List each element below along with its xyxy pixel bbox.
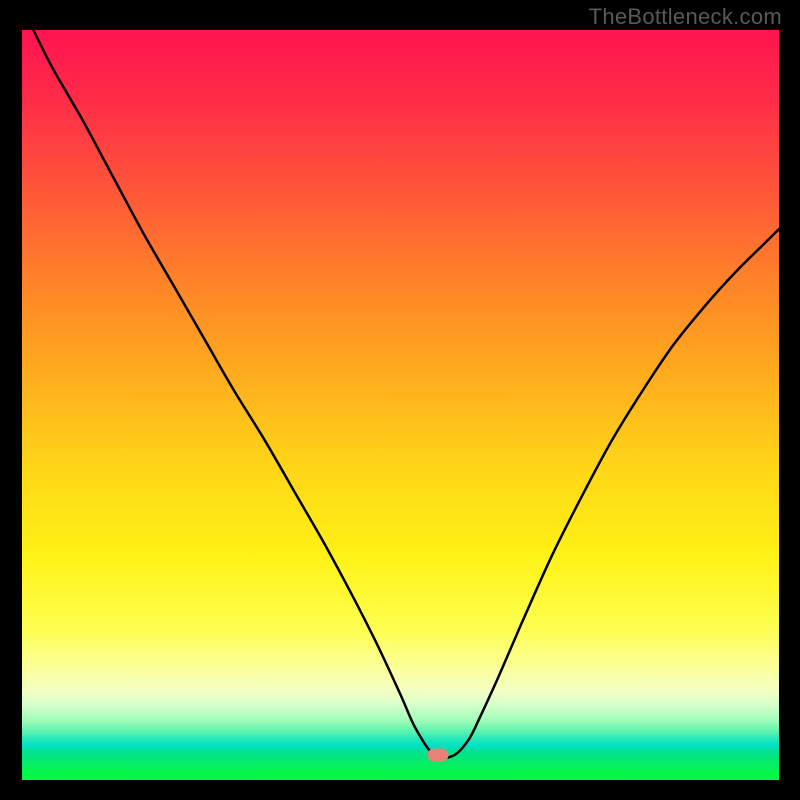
curve-path — [33, 30, 779, 758]
chart-frame: TheBottleneck.com — [0, 0, 800, 800]
x-axis-line — [22, 780, 779, 782]
optimal-point-marker — [428, 749, 449, 762]
plot-area — [22, 30, 779, 781]
watermark-text: TheBottleneck.com — [589, 4, 782, 30]
bottleneck-curve — [22, 30, 779, 781]
